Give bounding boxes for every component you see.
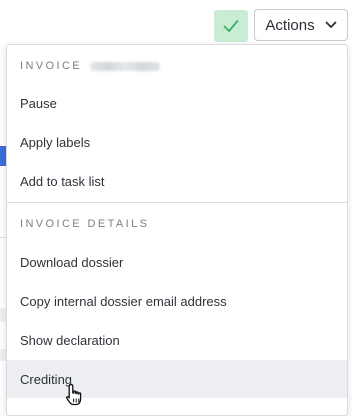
menu-item-add-to-task-list[interactable]: Add to task list	[7, 162, 347, 200]
redacted-invoice-number	[90, 61, 161, 71]
menu-item-crediting[interactable]: Crediting	[7, 360, 347, 398]
hand-pointer-icon	[65, 383, 82, 406]
confirm-button[interactable]	[214, 10, 248, 42]
menu-item-download-dossier[interactable]: Download dossier	[7, 243, 347, 281]
section-header-invoice: INVOICE	[20, 60, 161, 72]
section-header-invoice-details: INVOICE DETAILS	[20, 218, 150, 230]
menu-divider	[7, 202, 347, 203]
actions-dropdown-menu: INVOICE Pause Apply labels Add to task l…	[6, 44, 348, 416]
chevron-down-icon	[325, 21, 336, 28]
actions-button[interactable]: Actions	[254, 9, 348, 41]
actions-button-label: Actions	[265, 16, 315, 34]
menu-item-show-declaration[interactable]: Show declaration	[7, 321, 347, 359]
check-icon	[223, 20, 239, 32]
menu-item-pause[interactable]: Pause	[7, 84, 347, 122]
menu-item-copy-dossier-email[interactable]: Copy internal dossier email address	[7, 282, 347, 320]
menu-item-apply-labels[interactable]: Apply labels	[7, 123, 347, 161]
